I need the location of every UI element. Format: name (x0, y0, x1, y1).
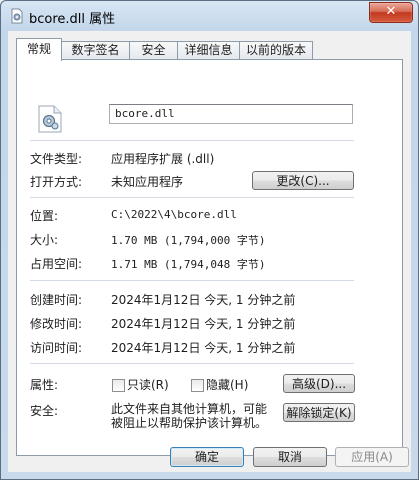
tab-details[interactable]: 详细信息 (177, 41, 240, 60)
location-value: C:\2022\4\bcore.dll (111, 208, 237, 221)
accessed-value: 2024年1月12日 今天, 1 分钟之前 (111, 341, 296, 355)
hidden-checkbox-label[interactable]: 隐藏(H) (206, 376, 248, 393)
apply-button[interactable]: 应用(A) (335, 447, 409, 467)
dll-file-icon (11, 8, 23, 24)
readonly-checkbox-label[interactable]: 只读(R) (127, 376, 169, 393)
advanced-button[interactable]: 高级(D)... (283, 374, 355, 393)
close-button[interactable]: ✕ (369, 2, 413, 23)
separator (30, 363, 354, 365)
attributes-label: 属性: (30, 378, 59, 392)
size-label: 大小: (30, 233, 59, 247)
modified-value: 2024年1月12日 今天, 1 分钟之前 (111, 317, 296, 331)
file-type-icon (38, 105, 62, 133)
tab-previous-versions[interactable]: 以前的版本 (239, 41, 313, 60)
separator (30, 140, 354, 142)
tab-general[interactable]: 常规 (16, 38, 62, 61)
created-label: 创建时间: (30, 293, 83, 307)
unblock-button[interactable]: 解除锁定(K) (283, 403, 355, 422)
open-with-value: 未知应用程序 (111, 175, 184, 189)
general-panel: bcore.dll 文件类型: 应用程序扩展 (.dll) 打开方式: 未知应用… (16, 59, 403, 456)
readonly-checkbox[interactable] (112, 379, 125, 392)
security-warning-line-2: 被阻止以帮助保护该计算机。 (111, 416, 268, 430)
tab-security[interactable]: 安全 (129, 41, 178, 60)
size-on-disk-label: 占用空间: (30, 257, 83, 271)
modified-label: 修改时间: (30, 317, 83, 331)
size-value: 1.70 MB (1,794,000 字节) (111, 234, 266, 247)
title-bar[interactable]: bcore.dll 属性 ✕ (1, 1, 418, 31)
separator (30, 280, 354, 282)
properties-window: bcore.dll 属性 ✕ 常规 数字签名 安全 详细信息 以前的版本 bco… (0, 0, 419, 480)
location-label: 位置: (30, 209, 59, 223)
accessed-label: 访问时间: (30, 341, 83, 355)
file-type-value: 应用程序扩展 (.dll) (111, 152, 215, 166)
hidden-checkbox[interactable] (191, 379, 204, 392)
tab-digital-signature[interactable]: 数字签名 (61, 41, 130, 60)
size-on-disk-value: 1.71 MB (1,794,048 字节) (111, 258, 266, 271)
change-button[interactable]: 更改(C)... (252, 171, 354, 190)
file-type-label: 文件类型: (30, 152, 83, 166)
created-value: 2024年1月12日 今天, 1 分钟之前 (111, 293, 296, 307)
dialog-client: 常规 数字签名 安全 详细信息 以前的版本 bcore.dll 文件类型: 应用… (8, 31, 411, 472)
open-with-label: 打开方式: (30, 175, 83, 189)
separator (30, 197, 354, 199)
file-name-field[interactable]: bcore.dll (109, 104, 353, 124)
cancel-button[interactable]: 取消 (253, 447, 327, 467)
ok-button[interactable]: 确定 (170, 447, 244, 467)
window-title: bcore.dll 属性 (29, 12, 116, 27)
security-label: 安全: (30, 404, 59, 418)
